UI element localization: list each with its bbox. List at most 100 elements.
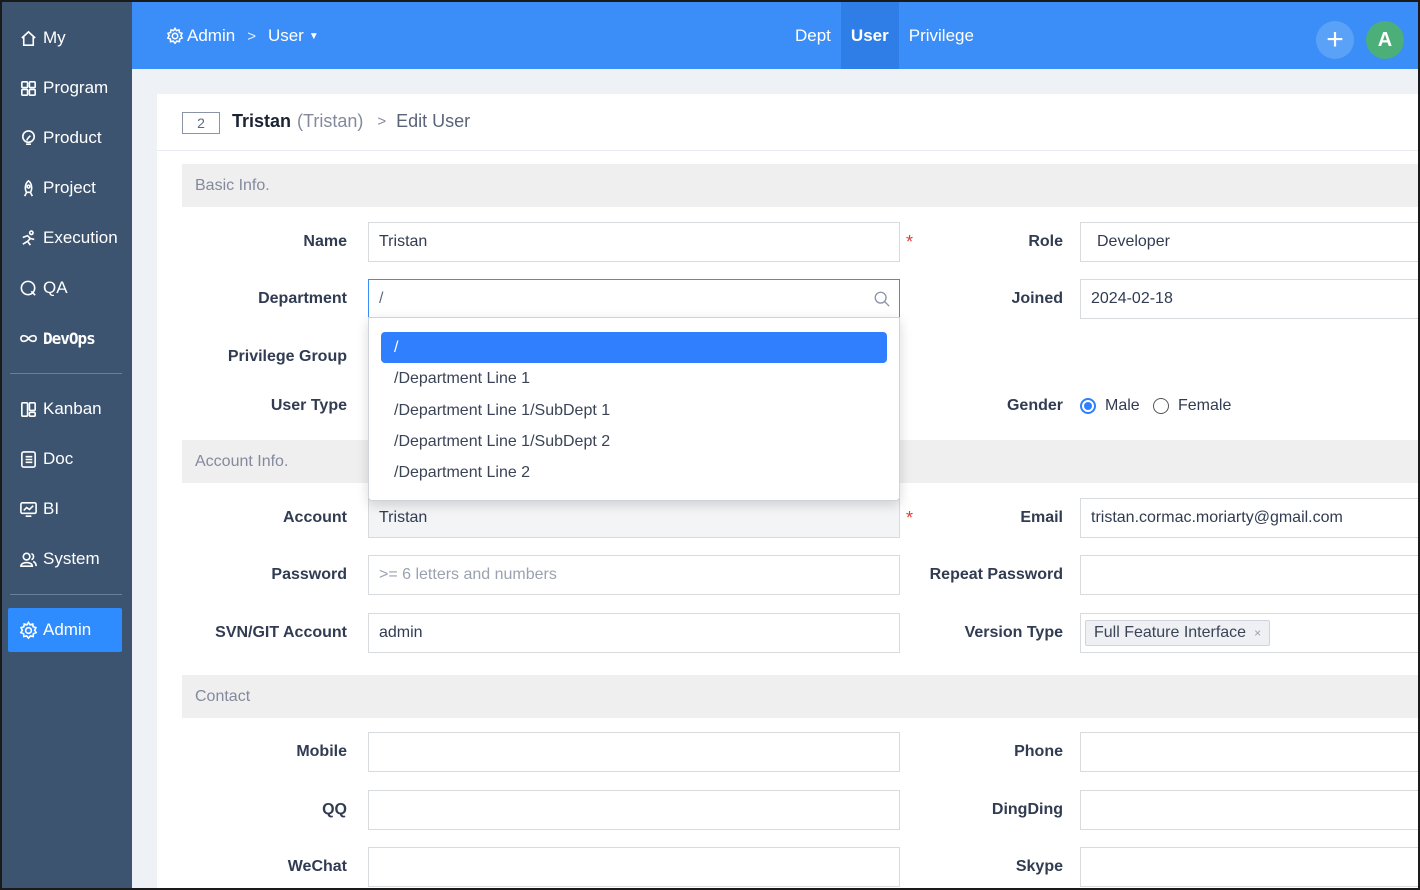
sidebar-item-label: BI [43,499,60,518]
rocket-icon [18,178,38,198]
radio-checked-icon [1080,398,1096,414]
doc-icon [18,449,38,469]
dept-option[interactable]: /Department Line 1/SubDept 1 [381,395,887,426]
breadcrumb: Admin > User ▼ [166,26,319,46]
grid-icon [18,78,38,98]
role-select[interactable]: Developer [1080,222,1418,262]
wechat-field[interactable] [368,847,900,887]
email-label: Email [1020,509,1063,526]
gender-male-radio[interactable]: Male [1080,397,1140,415]
sidebar-divider [10,594,122,595]
sidebar-item-label: My [43,28,66,47]
phone-label: Phone [1014,743,1063,760]
qq-label: QQ [322,801,347,818]
section-basic-info: Basic Info. [182,164,1418,207]
kanban-icon [18,399,38,419]
mobile-label: Mobile [296,743,347,760]
email-field[interactable]: tristan.cormac.moriarty@gmail.com [1080,498,1418,538]
sidebar-item-label: Admin [43,620,92,639]
qa-icon [18,278,38,298]
dingding-label: DingDing [991,801,1063,818]
caret-down-icon[interactable]: ▼ [309,31,319,42]
sidebar-item-label: Project [43,178,96,197]
sidebar-item-admin[interactable]: Admin [8,608,122,652]
section-contact: Contact [182,675,1418,718]
sidebar-item-system[interactable]: System [8,537,122,581]
gender-female-radio[interactable]: Female [1153,397,1231,415]
gender-female-label: Female [1178,397,1232,414]
privilege-group-label: Privilege Group [227,348,347,365]
sidebar-item-devops[interactable]: DevOps [8,316,122,360]
page-title: Tristan (Tristan) > Edit User [232,111,470,132]
radio-unchecked-icon [1153,398,1169,414]
sidebar-item-bi[interactable]: BI [8,487,122,531]
sidebar-item-label: Doc [43,449,74,468]
dingding-field[interactable] [1080,790,1418,830]
gear-icon [166,27,184,45]
svn-git-account-field[interactable]: admin [368,613,900,653]
repeat-password-field[interactable] [1080,555,1418,595]
sidebar-item-kanban[interactable]: Kanban [8,387,122,431]
sidebar-divider [10,373,122,374]
sidebar-item-label: QA [43,278,68,297]
remove-tag-icon[interactable]: × [1254,621,1261,645]
breadcrumb-admin-link[interactable]: Admin [187,26,235,46]
runner-icon [18,228,38,248]
sidebar: My Program Product Project Execution QA … [2,2,132,888]
qq-field[interactable] [368,790,900,830]
password-label: Password [271,566,347,583]
infinity-icon [18,328,38,348]
wechat-label: WeChat [287,858,347,875]
module-tabs: Dept User Privilege [785,2,984,69]
sidebar-item-program[interactable]: Program [8,66,122,110]
department-dropdown: / /Department Line 1 /Department Line 1/… [368,317,900,501]
user-avatar[interactable]: A [1366,21,1404,59]
dept-option[interactable]: /Department Line 1/SubDept 2 [381,426,887,457]
account-label: Account [283,509,347,526]
account-field: Tristan [368,498,900,538]
sidebar-item-label: Program [43,78,109,97]
dept-option[interactable]: /Department Line 1 [381,363,887,394]
gear-icon [18,620,38,640]
tab-dept[interactable]: Dept [785,2,841,69]
top-header: Admin > User ▼ Dept User Privilege + A [132,2,1418,69]
department-search-input[interactable]: / [368,279,900,319]
user-id-badge: 2 [182,112,220,134]
sidebar-item-execution[interactable]: Execution [8,216,122,260]
version-type-tag: Full Feature Interface × [1085,620,1271,646]
dept-option[interactable]: /Department Line 2 [381,457,887,488]
repeat-password-label: Repeat Password [929,566,1063,583]
dept-option[interactable]: / [381,332,887,363]
home-icon [18,28,38,48]
gender-male-label: Male [1105,397,1140,414]
sidebar-item-doc[interactable]: Doc [8,437,122,481]
tab-user[interactable]: User [840,2,899,69]
edit-user-panel: 2 Tristan (Tristan) > Edit User Basic In… [157,94,1418,888]
sidebar-item-label: Product [43,128,102,147]
joined-date-field[interactable]: 2024-02-18 [1080,279,1418,319]
app-frame: My Program Product Project Execution QA … [0,0,1420,890]
sidebar-item-label: Kanban [43,399,102,418]
breadcrumb-user-dropdown[interactable]: User [268,26,304,46]
bulb-icon [18,128,38,148]
user-account: (Tristan) [297,111,364,131]
phone-field[interactable] [1080,732,1418,772]
name-field[interactable]: Tristan [368,222,900,262]
version-type-label: Version Type [964,624,1063,641]
sidebar-item-project[interactable]: Project [8,166,122,210]
sidebar-item-product[interactable]: Product [8,116,122,160]
users-icon [18,549,38,569]
password-field[interactable]: >= 6 letters and numbers [368,555,900,595]
skype-field[interactable] [1080,847,1418,887]
department-search-value: / [379,290,384,307]
sidebar-item-my[interactable]: My [8,16,122,60]
tab-privilege[interactable]: Privilege [899,2,984,69]
version-type-tag-label: Full Feature Interface [1094,624,1247,641]
mobile-field[interactable] [368,732,900,772]
joined-label: Joined [1011,290,1063,307]
department-label: Department [258,290,347,307]
sidebar-item-qa[interactable]: QA [8,266,122,310]
user-name: Tristan [232,111,292,131]
sidebar-item-label: System [43,549,100,568]
quick-create-button[interactable]: + [1316,21,1354,59]
